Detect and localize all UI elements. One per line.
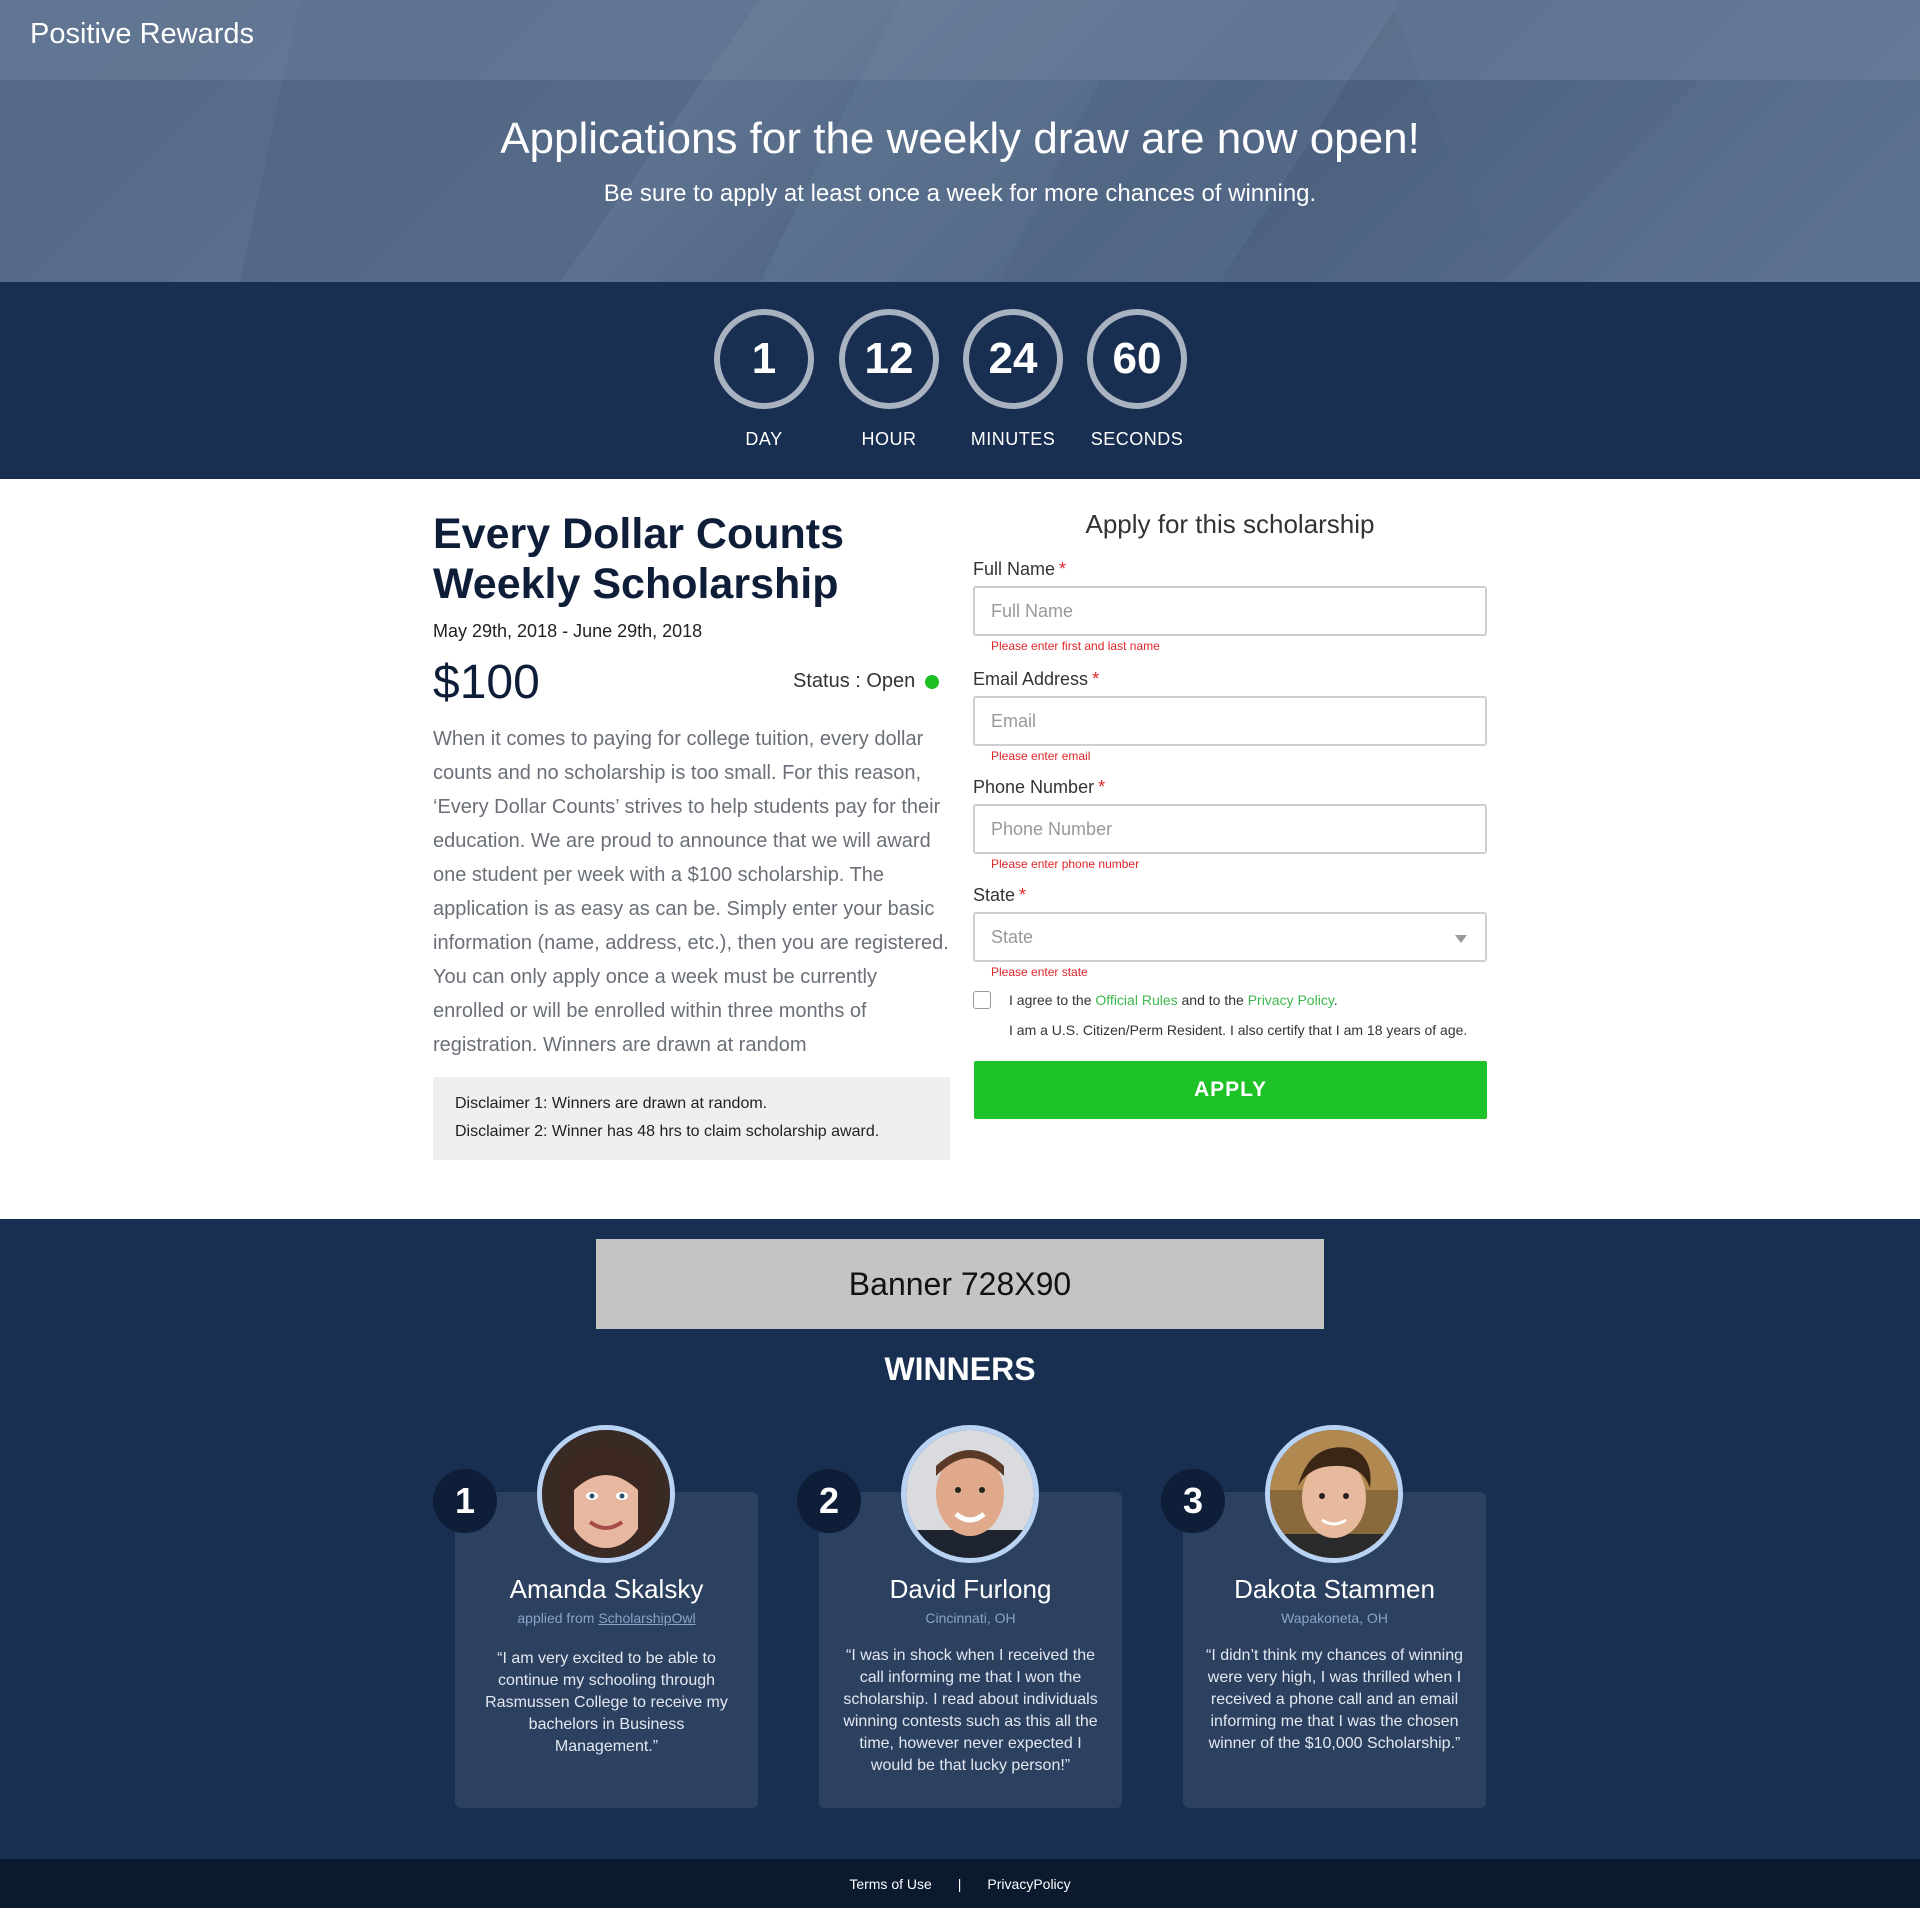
required-marker: *: [1092, 669, 1100, 689]
footer-separator: |: [957, 1875, 962, 1892]
scholarshipowl-link[interactable]: ScholarshipOwl: [598, 1610, 695, 1626]
countdown-minutes-value: 24: [963, 309, 1063, 409]
winner-quote: “I am very excited to be able to continu…: [485, 1650, 728, 1755]
privacy-policy-footer-link[interactable]: PrivacyPolicy: [987, 1876, 1070, 1892]
winner-location: Cincinnati, OH: [925, 1610, 1016, 1626]
disclaimer-1: Disclaimer 1: Winners are drawn at rando…: [455, 1095, 768, 1112]
full-name-input[interactable]: [973, 586, 1487, 636]
full-name-label-text: Full Name: [973, 559, 1056, 579]
full-name-error: Please enter first and last name: [991, 639, 1160, 653]
winner-quote: “I was in shock when I received the call…: [843, 1647, 1098, 1774]
winner-quote: “I didn’t think my chances of winning we…: [1205, 1647, 1463, 1752]
countdown-hour-label: HOUR: [861, 429, 917, 449]
winner-location-prefix: applied from: [517, 1610, 599, 1626]
apply-button[interactable]: APPLY: [974, 1061, 1487, 1119]
state-label: State *: [973, 885, 1026, 906]
scholarship-dates: May 29th, 2018 - June 29th, 2018: [433, 621, 703, 641]
phone-label: Phone Number *: [973, 777, 1105, 798]
agree-prefix: I agree to the: [1009, 992, 1096, 1008]
footer: Terms of Use | PrivacyPolicy: [0, 1859, 1920, 1908]
avatar-photo-icon: [542, 1430, 670, 1558]
hero-header: Positive Rewards Applications for the we…: [0, 0, 1920, 282]
top-bar: [0, 0, 1920, 80]
countdown-hour-value: 12: [839, 309, 939, 409]
ad-banner[interactable]: Banner 728X90: [596, 1239, 1324, 1329]
terms-of-use-link[interactable]: Terms of Use: [849, 1876, 931, 1892]
state-select-value: State: [991, 926, 1034, 947]
privacy-policy-link[interactable]: Privacy Policy: [1248, 992, 1334, 1008]
main-content: Every Dollar Counts Weekly Scholarship M…: [0, 479, 1920, 1219]
winner-name: Dakota Stammen: [1234, 1574, 1435, 1604]
state-error: Please enter state: [991, 965, 1088, 979]
hero-title: Applications for the weekly draw are now…: [500, 114, 1420, 163]
status-text: Status : Open: [793, 670, 916, 692]
email-label-text: Email Address: [973, 669, 1089, 689]
avatar-photo-icon: [906, 1430, 1034, 1558]
countdown-section: 1 DAY 12 HOUR 24 MINUTES 60 SECONDS: [0, 282, 1920, 479]
email-error: Please enter email: [991, 749, 1091, 763]
countdown-day-value: 1: [714, 309, 814, 409]
countdown-seconds-label: SECONDS: [1090, 429, 1184, 449]
scholarship-title: Every Dollar Counts Weekly Scholarship: [433, 510, 844, 608]
email-input[interactable]: [973, 696, 1487, 746]
countdown-minutes: 24 MINUTES: [953, 309, 1073, 450]
disclaimer-box: Disclaimer 1: Winners are drawn at rando…: [433, 1077, 950, 1160]
status-badge: Status : Open: [793, 670, 940, 693]
winner-rank-badge: 3: [1161, 1469, 1225, 1533]
full-name-label: Full Name *: [973, 559, 1066, 580]
scholarship-description: When it comes to paying for college tuit…: [433, 728, 949, 1056]
state-label-text: State: [973, 885, 1016, 905]
agree-suffix: .: [1333, 992, 1338, 1008]
required-marker: *: [1059, 559, 1067, 579]
countdown-minutes-label: MINUTES: [970, 429, 1056, 449]
disclaimer-2: Disclaimer 2: Winner has 48 hrs to claim…: [455, 1123, 880, 1140]
winner-name: David Furlong: [889, 1574, 1052, 1604]
winners-section: Banner 728X90 WINNERS Amanda Skalsky app…: [0, 1219, 1920, 1859]
avatar: [537, 1425, 675, 1563]
required-marker: *: [1019, 885, 1027, 905]
form-title: Apply for this scholarship: [1085, 509, 1375, 539]
countdown-hour: 12 HOUR: [829, 309, 949, 450]
agree-certification: I am a U.S. Citizen/Perm Resident. I als…: [1009, 1022, 1468, 1038]
email-label: Email Address *: [973, 669, 1099, 690]
phone-label-text: Phone Number: [973, 777, 1095, 797]
agree-text: I agree to the Official Rules and to the…: [1009, 992, 1338, 1008]
winners-title: WINNERS: [884, 1351, 1036, 1387]
avatar: [1265, 1425, 1403, 1563]
countdown-seconds: 60 SECONDS: [1077, 309, 1197, 450]
brand-logo[interactable]: Positive Rewards: [30, 18, 254, 51]
winner-name: Amanda Skalsky: [509, 1574, 704, 1604]
official-rules-link[interactable]: Official Rules: [1095, 992, 1177, 1008]
countdown-seconds-value: 60: [1087, 309, 1187, 409]
scholarship-amount: $100: [433, 656, 540, 709]
agree-checkbox[interactable]: [973, 991, 991, 1009]
status-dot-icon: [925, 674, 940, 689]
state-select[interactable]: State: [973, 912, 1487, 962]
winner-rank-badge: 2: [797, 1469, 861, 1533]
phone-error: Please enter phone number: [991, 857, 1140, 871]
winner-location: applied from ScholarshipOwl: [455, 1610, 758, 1626]
phone-input[interactable]: [973, 804, 1487, 854]
countdown-day: 1 DAY: [704, 309, 824, 450]
winner-location: Wapakoneta, OH: [1281, 1610, 1388, 1626]
countdown-day-label: DAY: [745, 429, 783, 449]
winner-rank-badge: 1: [433, 1469, 497, 1533]
chevron-down-icon: [1455, 935, 1467, 943]
hero-subtitle: Be sure to apply at least once a week fo…: [603, 180, 1317, 207]
agree-middle: and to the: [1177, 992, 1248, 1008]
avatar: [901, 1425, 1039, 1563]
required-marker: *: [1098, 777, 1106, 797]
avatar-photo-icon: [1270, 1430, 1398, 1558]
